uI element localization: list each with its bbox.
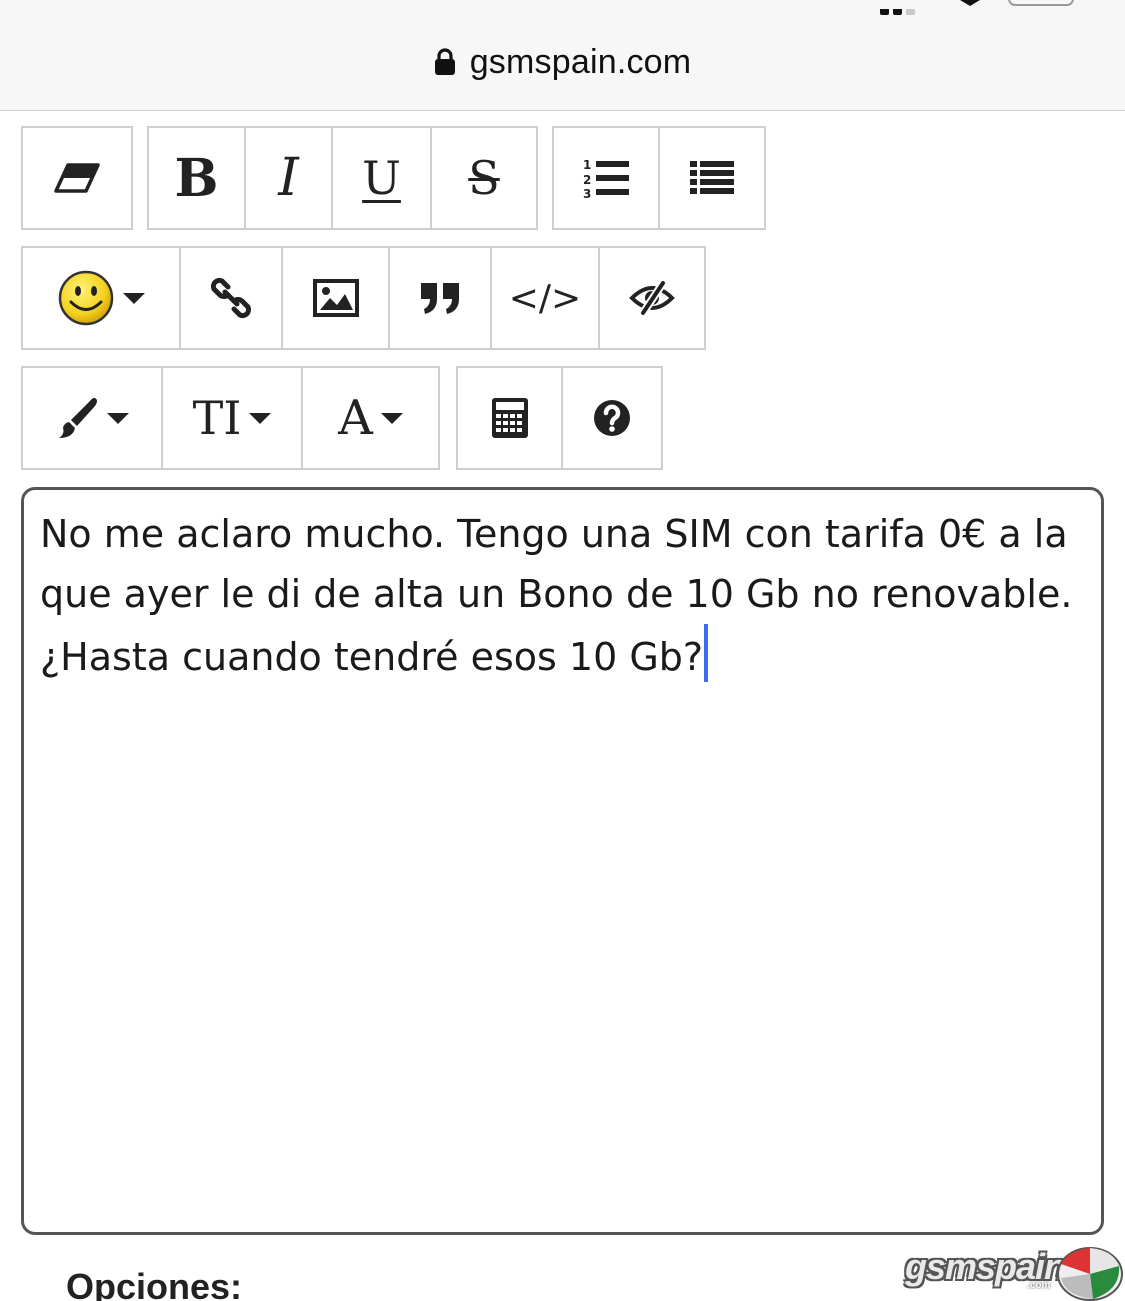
code-button[interactable]: </> bbox=[492, 248, 600, 348]
gsmspain-logo-icon bbox=[1057, 1247, 1123, 1301]
help-button[interactable] bbox=[563, 368, 661, 468]
unordered-list-button[interactable] bbox=[660, 128, 764, 228]
table-button[interactable] bbox=[458, 368, 563, 468]
image-button[interactable] bbox=[283, 248, 390, 348]
bold-icon: B bbox=[174, 147, 219, 209]
clear-format-button[interactable] bbox=[23, 128, 131, 228]
svg-text:1: 1 bbox=[583, 158, 591, 172]
options-heading: Opciones: bbox=[66, 1266, 243, 1301]
brush-button[interactable] bbox=[23, 368, 163, 468]
bold-button[interactable]: B bbox=[149, 128, 246, 228]
eraser-icon bbox=[54, 163, 100, 193]
battery-icon bbox=[1008, 0, 1074, 6]
toolbar-group-format: TI A bbox=[21, 366, 440, 470]
watermark-sub: .com bbox=[1027, 1280, 1051, 1291]
chevron-down-icon bbox=[380, 412, 403, 424]
link-icon bbox=[210, 277, 252, 319]
font-size-icon: TI bbox=[192, 391, 242, 445]
code-icon: </> bbox=[508, 277, 582, 319]
svg-text:3: 3 bbox=[583, 187, 591, 199]
image-icon bbox=[312, 279, 359, 317]
ordered-list-icon: 1 2 3 bbox=[583, 158, 629, 199]
url-text: gsmspain.com bbox=[469, 42, 692, 81]
spoiler-button[interactable] bbox=[600, 248, 704, 348]
chevron-down-icon bbox=[123, 292, 145, 304]
status-bar bbox=[0, 0, 1125, 15]
font-color-icon: A bbox=[338, 390, 373, 446]
editor-text: No me aclaro mucho. Tengo una SIM con ta… bbox=[40, 512, 1085, 679]
ordered-list-button[interactable]: 1 2 3 bbox=[554, 128, 660, 228]
toolbar-group-clear bbox=[21, 126, 133, 230]
strikethrough-icon: S bbox=[468, 151, 500, 205]
quote-button[interactable] bbox=[390, 248, 492, 348]
svg-text:2: 2 bbox=[583, 173, 591, 187]
link-button[interactable] bbox=[181, 248, 283, 348]
text-cursor bbox=[704, 624, 709, 682]
underline-button[interactable]: U bbox=[333, 128, 432, 228]
chevron-down-icon bbox=[249, 412, 272, 424]
wifi-icon bbox=[960, 0, 980, 6]
toolbar-group-text-style: B I U S bbox=[147, 126, 538, 230]
help-icon bbox=[594, 400, 630, 436]
toolbar-group-lists: 1 2 3 bbox=[552, 126, 766, 230]
font-size-button[interactable]: TI bbox=[163, 368, 303, 468]
font-color-button[interactable]: A bbox=[303, 368, 438, 468]
chevron-down-icon bbox=[107, 412, 129, 424]
unordered-list-icon bbox=[690, 161, 734, 194]
eye-slash-icon bbox=[629, 281, 675, 315]
message-editor[interactable]: No me aclaro mucho. Tengo una SIM con ta… bbox=[21, 487, 1104, 1235]
italic-button[interactable]: I bbox=[246, 128, 333, 228]
url-field[interactable]: gsmspain.com bbox=[0, 40, 1125, 84]
toolbar-group-insert: </> bbox=[21, 246, 706, 350]
brush-icon bbox=[59, 397, 97, 438]
toolbar-group-tools bbox=[456, 366, 663, 470]
calculator-icon bbox=[491, 398, 528, 438]
strikethrough-button[interactable]: S bbox=[432, 128, 536, 228]
smiley-icon bbox=[58, 270, 114, 326]
browser-address-bar: gsmspain.com bbox=[0, 0, 1125, 111]
lock-icon bbox=[434, 48, 455, 75]
underline-icon: U bbox=[362, 151, 401, 205]
italic-icon: I bbox=[278, 148, 299, 208]
gsmspain-watermark: gsmspain .com bbox=[905, 1244, 1125, 1301]
quote-icon bbox=[421, 283, 459, 314]
emoji-button[interactable] bbox=[23, 248, 181, 348]
signal-icon bbox=[880, 0, 930, 15]
